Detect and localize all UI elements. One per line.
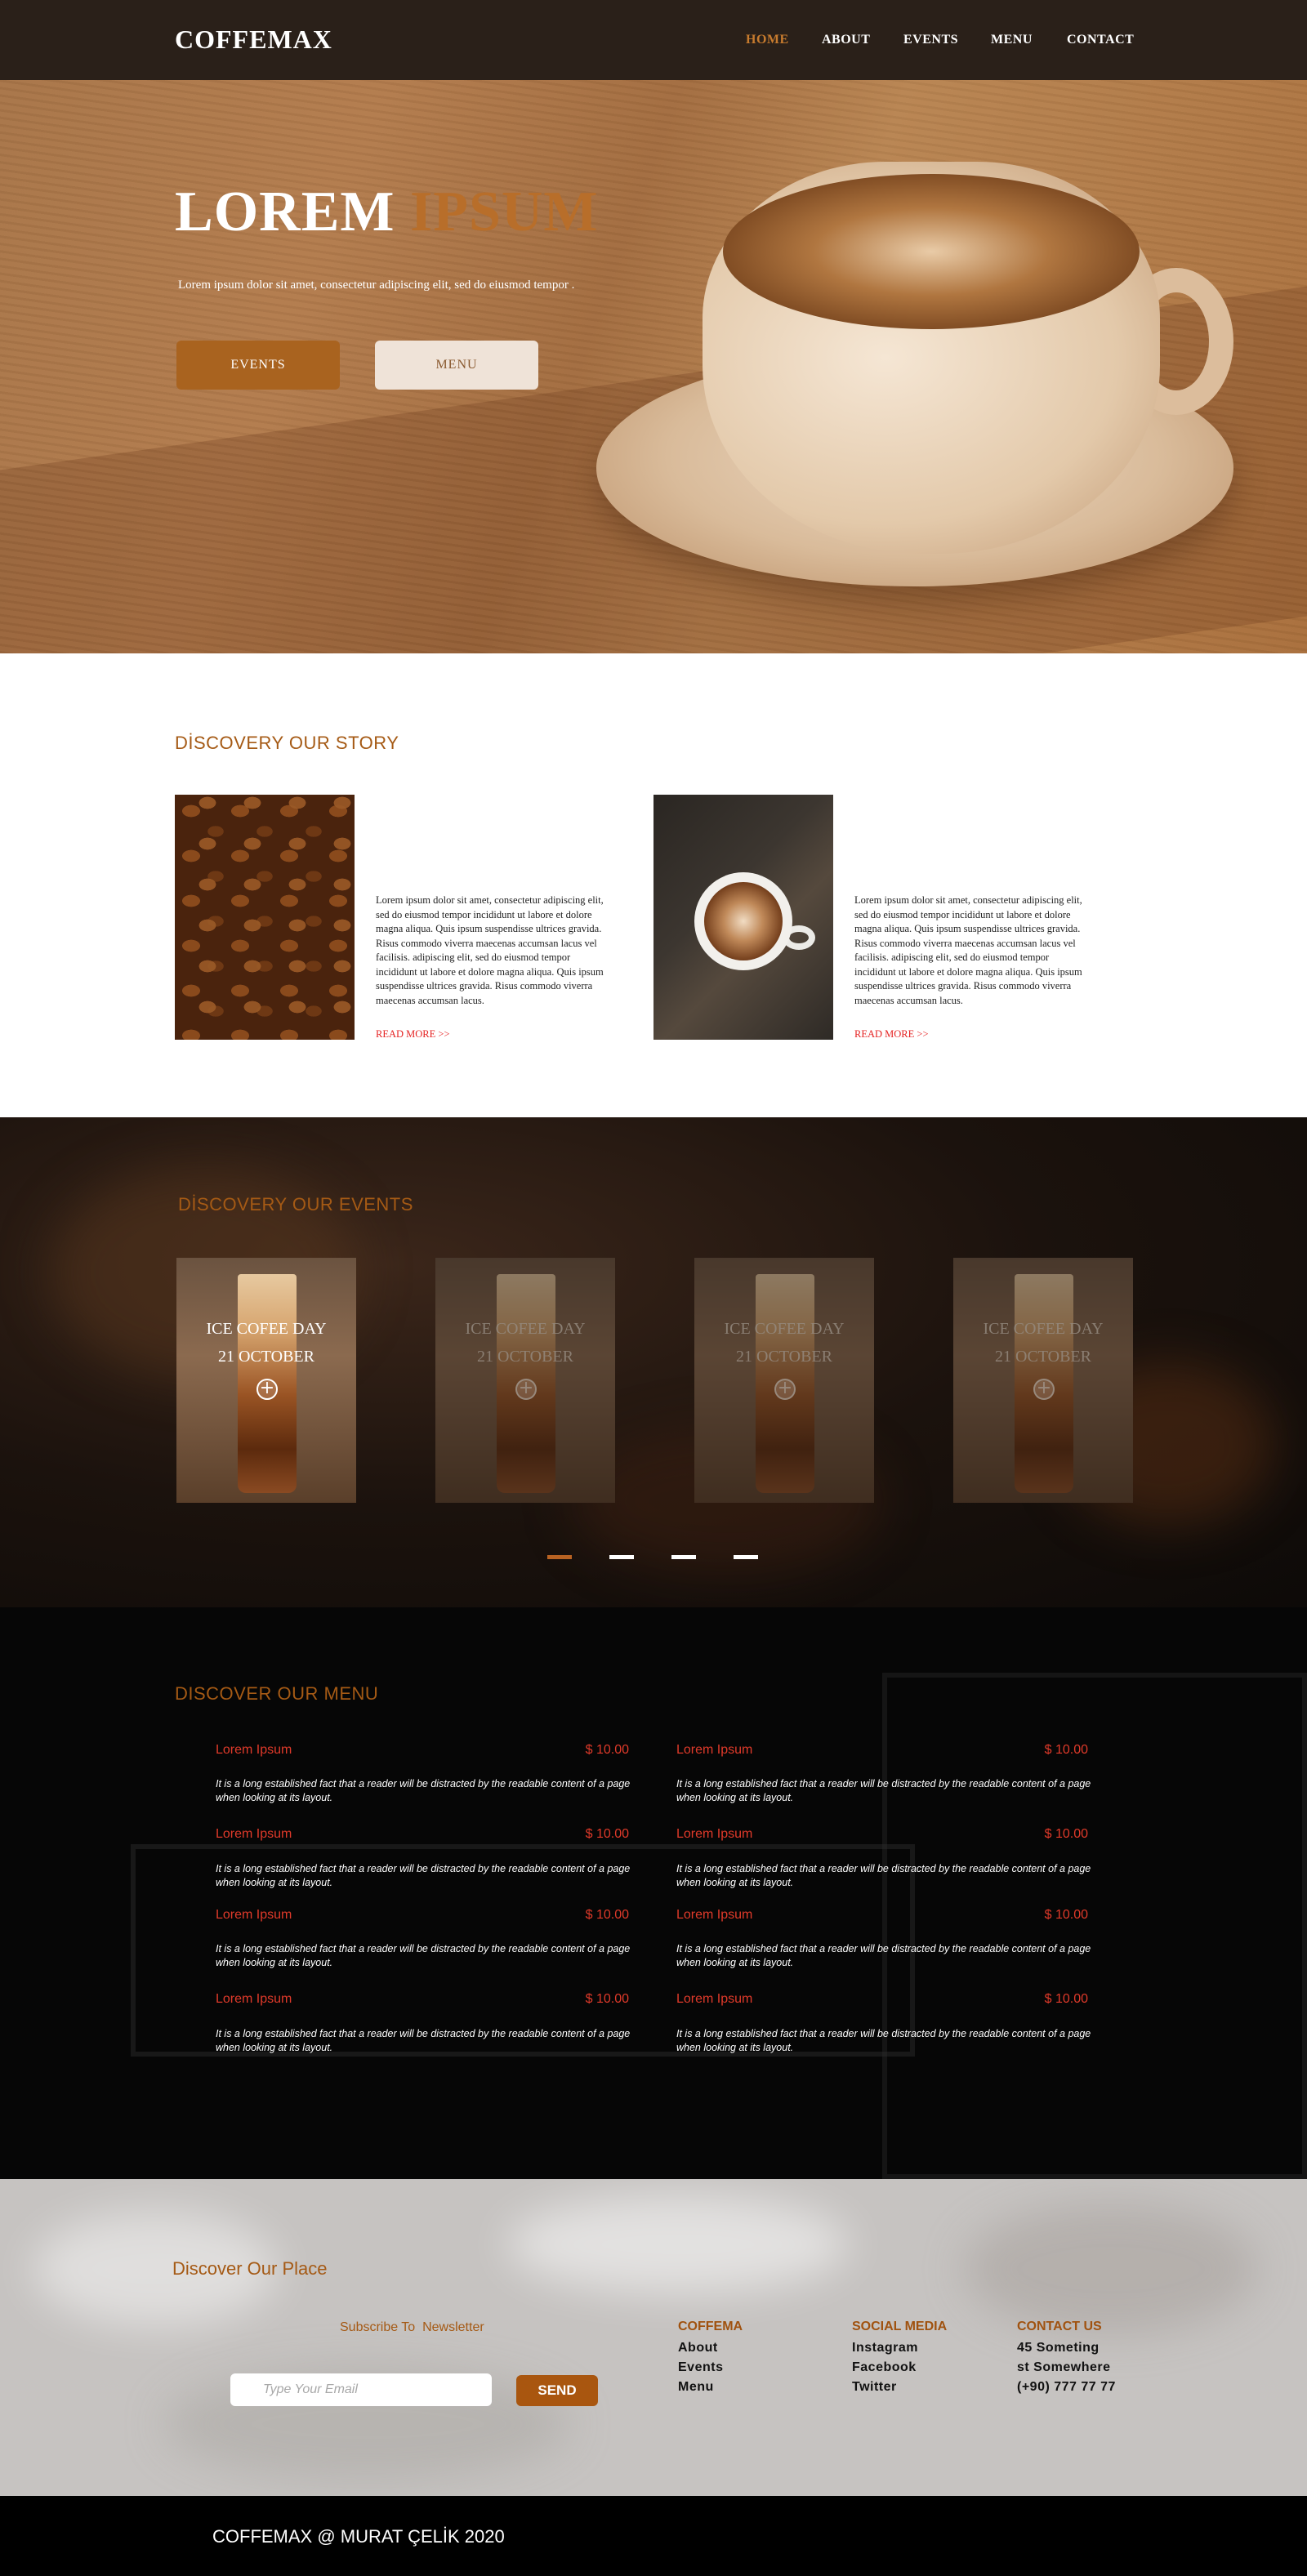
menu-item-desc: It is a long established fact that a rea… — [676, 2028, 1091, 2053]
menu-item-price: $ 10.00 — [585, 1827, 629, 1841]
menu-item-price: $ 10.00 — [585, 1908, 629, 1922]
story-title: DİSCOVERY OUR STORY — [175, 733, 399, 753]
event-card-date: 21 OCTOBER — [995, 1348, 1091, 1366]
story-text-1: Lorem ipsum dolor sit amet, consectetur … — [376, 894, 604, 1006]
nav-contact[interactable]: CONTACT — [1067, 33, 1134, 47]
events-title: DİSCOVERY OUR EVENTS — [178, 1194, 413, 1214]
event-card-1[interactable]: ICE COFEE DAY 21 OCTOBER + — [176, 1258, 356, 1503]
footer-link-twitter[interactable]: Twitter — [852, 2380, 897, 2395]
carousel-dot-4[interactable] — [734, 1555, 758, 1559]
footer-link-about[interactable]: About — [678, 2341, 718, 2355]
story-text-2: Lorem ipsum dolor sit amet, consectetur … — [854, 894, 1082, 1006]
menu-title: DISCOVER OUR MENU — [175, 1683, 379, 1704]
menu-item-name: Lorem Ipsum — [216, 1992, 292, 2006]
menu-item-desc: It is a long established fact that a rea… — [216, 1778, 631, 1803]
copyright-text: COFFEMAX @ MURAT ÇELİK 2020 — [212, 2526, 505, 2547]
footer-col-heading: SOCIAL MEDIA — [852, 2320, 948, 2333]
send-button[interactable]: SEND — [516, 2375, 598, 2406]
events-button[interactable]: EVENTS — [176, 341, 340, 390]
event-card-name: ICE COFEE DAY — [724, 1320, 845, 1338]
menu-item-desc: It is a long established fact that a rea… — [216, 1943, 631, 1968]
place-bg-blur — [964, 2204, 1258, 2334]
carousel-dot-2[interactable] — [609, 1555, 634, 1559]
footer-col-heading: COFFEMA — [678, 2320, 743, 2333]
contact-address-line-1: 45 Someting — [1017, 2341, 1100, 2355]
menu-item-price: $ 10.00 — [1044, 1992, 1088, 2006]
menu-item-price: $ 10.00 — [1044, 1743, 1088, 1757]
place-section — [0, 2179, 1307, 2496]
menu-item-name: Lorem Ipsum — [676, 1827, 753, 1841]
plus-icon[interactable]: + — [256, 1379, 278, 1400]
site-logo[interactable]: COFFEMAX — [175, 25, 332, 55]
newsletter-label: Subscribe To Newsletter — [340, 2320, 484, 2334]
menu-item-desc: It is a long established fact that a rea… — [216, 1863, 631, 1888]
menu-item-name: Lorem Ipsum — [676, 1992, 753, 2006]
event-card-name: ICE COFEE DAY — [206, 1320, 327, 1338]
footer-link-facebook[interactable]: Facebook — [852, 2360, 917, 2375]
menu-item-price: $ 10.00 — [585, 1743, 629, 1757]
menu-bg-chalkboard — [882, 1673, 1307, 2179]
menu-item-name: Lorem Ipsum — [676, 1908, 753, 1922]
footer-link-instagram[interactable]: Instagram — [852, 2341, 918, 2355]
hero-latte-art-image — [723, 174, 1140, 329]
read-more-link-1[interactable]: READ MORE >> — [376, 1028, 450, 1041]
nav-events[interactable]: EVENTS — [903, 33, 958, 47]
menu-item-price: $ 10.00 — [1044, 1827, 1088, 1841]
event-card-name: ICE COFEE DAY — [983, 1320, 1104, 1338]
event-card-date: 21 OCTOBER — [218, 1348, 314, 1366]
menu-button[interactable]: MENU — [375, 341, 538, 390]
contact-phone: (+90) 777 77 77 — [1017, 2380, 1116, 2394]
menu-item-name: Lorem Ipsum — [676, 1743, 753, 1757]
nav-about[interactable]: ABOUT — [822, 33, 870, 47]
events-section: DİSCOVERY OUR EVENTS ICE COFEE DAY 21 OC… — [0, 1117, 1307, 1607]
menu-item-price: $ 10.00 — [1044, 1908, 1088, 1922]
footer-col-heading: CONTACT US — [1017, 2320, 1102, 2333]
hero-title-accent: IPSUM — [409, 180, 599, 243]
hero-title: LOREM IPSUM — [175, 180, 599, 245]
nav-home[interactable]: HOME — [746, 33, 789, 47]
contact-address-line-2: st Somewhere — [1017, 2360, 1111, 2374]
footer-bar: COFFEMAX @ MURAT ÇELİK 2020 — [0, 2496, 1307, 2576]
carousel-dot-3[interactable] — [671, 1555, 696, 1559]
event-card-2[interactable]: ICE COFEE DAY 21 OCTOBER + — [435, 1258, 615, 1503]
hero-subtitle: Lorem ipsum dolor sit amet, consectetur … — [178, 279, 575, 292]
menu-item-price: $ 10.00 — [585, 1992, 629, 2006]
read-more-link-2[interactable]: READ MORE >> — [854, 1028, 929, 1041]
menu-item-desc: It is a long established fact that a rea… — [216, 2028, 631, 2053]
event-card-name: ICE COFEE DAY — [465, 1320, 586, 1338]
event-card-date: 21 OCTOBER — [736, 1348, 832, 1366]
coffee-beans-image — [175, 795, 355, 1040]
hero-title-main: LOREM — [175, 180, 395, 243]
footer-link-menu[interactable]: Menu — [678, 2380, 714, 2395]
footer-link-events[interactable]: Events — [678, 2360, 723, 2375]
top-navbar: COFFEMAX HOME ABOUT EVENTS MENU CONTACT — [0, 0, 1307, 80]
menu-item-name: Lorem Ipsum — [216, 1908, 292, 1922]
place-bg-blur — [506, 2195, 850, 2293]
menu-item-name: Lorem Ipsum — [216, 1743, 292, 1757]
menu-item-name: Lorem Ipsum — [216, 1827, 292, 1841]
plus-icon[interactable]: + — [1033, 1379, 1055, 1400]
latte-art — [704, 882, 783, 960]
place-title: Discover Our Place — [172, 2258, 328, 2279]
event-card-4[interactable]: ICE COFEE DAY 21 OCTOBER + — [953, 1258, 1133, 1503]
event-card-date: 21 OCTOBER — [477, 1348, 573, 1366]
email-input[interactable] — [230, 2373, 492, 2406]
menu-item-desc: It is a long established fact that a rea… — [676, 1943, 1091, 1968]
plus-icon[interactable]: + — [515, 1379, 537, 1400]
carousel-dot-1[interactable] — [547, 1555, 572, 1559]
menu-item-desc: It is a long established fact that a rea… — [676, 1778, 1091, 1803]
menu-item-desc: It is a long established fact that a rea… — [676, 1863, 1091, 1888]
latte-cup-image — [654, 795, 833, 1040]
plus-icon[interactable]: + — [774, 1379, 796, 1400]
coffee-beans-texture — [175, 795, 355, 1040]
event-card-3[interactable]: ICE COFEE DAY 21 OCTOBER + — [694, 1258, 874, 1503]
nav-menu[interactable]: MENU — [991, 33, 1033, 47]
